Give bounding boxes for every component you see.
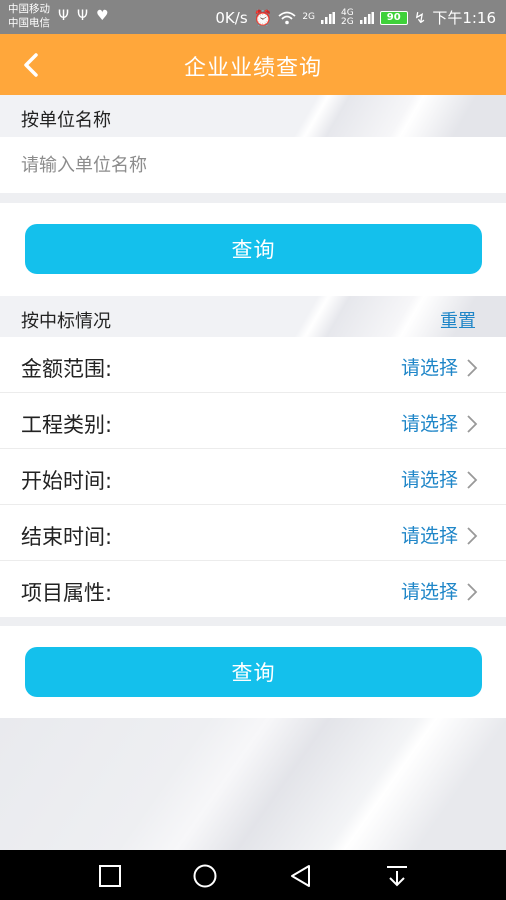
filter-value: 请选择 (400, 357, 458, 379)
filter-value: 请选择 (400, 469, 458, 491)
section-label: 按单位名称 (21, 110, 111, 131)
filter-row-start-time[interactable]: 开始时间: 请选择 (0, 449, 506, 505)
filter-row-amount-range[interactable]: 金额范围: 请选择 (0, 337, 506, 393)
clock-time: 下午1:16 (432, 9, 496, 27)
chevron-right-icon (467, 415, 478, 433)
chevron-right-icon (467, 359, 478, 377)
chevron-right-icon (467, 583, 478, 601)
usb-icon: Ψ (77, 8, 89, 24)
navigation-bar (0, 850, 506, 900)
recent-apps-icon[interactable] (97, 863, 123, 889)
wifi-icon (278, 11, 296, 24)
unit-name-row (0, 137, 506, 193)
charging-icon: ↯ (413, 8, 427, 27)
health-icon: ♥ (96, 8, 109, 24)
query-button[interactable]: 查询 (25, 647, 482, 697)
filter-label: 开始时间: (21, 469, 113, 493)
reset-button[interactable]: 重置 (440, 307, 476, 333)
signal-icon-2: 4G 2G (341, 7, 354, 27)
query-panel-1: 查询 (0, 203, 506, 296)
signal-bars-icon (321, 11, 336, 24)
notification-icons: Ψ Ψ ♥ (58, 8, 109, 24)
alarm-icon: ⏰ (253, 8, 273, 27)
filter-label: 项目属性: (21, 581, 113, 605)
carrier-2: 中国电信 (8, 17, 50, 29)
filter-label: 结束时间: (21, 525, 113, 549)
filter-value: 请选择 (400, 525, 458, 547)
status-bar: 中国移动 中国电信 Ψ Ψ ♥ 0K/s ⏰ 2G 4G 2G 90 ↯ 下午1… (0, 0, 506, 34)
chevron-right-icon (467, 527, 478, 545)
background-decoration (0, 718, 506, 850)
system-status: 0K/s ⏰ 2G 4G 2G 90 ↯ 下午1:16 (215, 7, 496, 28)
signal-icon: 2G (302, 12, 316, 22)
section-header-unit-name: 按单位名称 (0, 95, 506, 137)
back-triangle-icon[interactable] (288, 863, 314, 889)
carrier-names: 中国移动 中国电信 (8, 2, 50, 30)
query-panel-2: 查询 (0, 626, 506, 718)
filter-value: 请选择 (400, 413, 458, 435)
filter-row-project-category[interactable]: 工程类别: 请选择 (0, 393, 506, 449)
notification-pull-icon[interactable] (384, 863, 410, 889)
filter-list: 金额范围: 请选择 工程类别: 请选择 开始时间: 请选择 结束时间: 请选择 … (0, 337, 506, 617)
filter-row-end-time[interactable]: 结束时间: 请选择 (0, 505, 506, 561)
page-title: 企业业绩查询 (183, 56, 322, 81)
filter-value: 请选择 (400, 581, 458, 603)
home-icon[interactable] (192, 863, 218, 889)
section-label: 按中标情况 (21, 311, 111, 332)
app-header: 企业业绩查询 (0, 34, 506, 95)
section-header-bid-status: 按中标情况 重置 (0, 296, 506, 338)
filter-row-project-attribute[interactable]: 项目属性: 请选择 (0, 561, 506, 617)
carrier-1: 中国移动 (8, 3, 50, 15)
filter-label: 金额范围: (21, 357, 113, 381)
query-button[interactable]: 查询 (25, 224, 482, 274)
filter-label: 工程类别: (21, 413, 113, 437)
usb-icon: Ψ (58, 8, 70, 24)
signal-bars-icon (359, 11, 374, 24)
unit-name-input[interactable] (21, 137, 491, 193)
network-speed: 0K/s (215, 8, 248, 27)
battery-icon: 90 (379, 10, 408, 25)
chevron-right-icon (467, 471, 478, 489)
